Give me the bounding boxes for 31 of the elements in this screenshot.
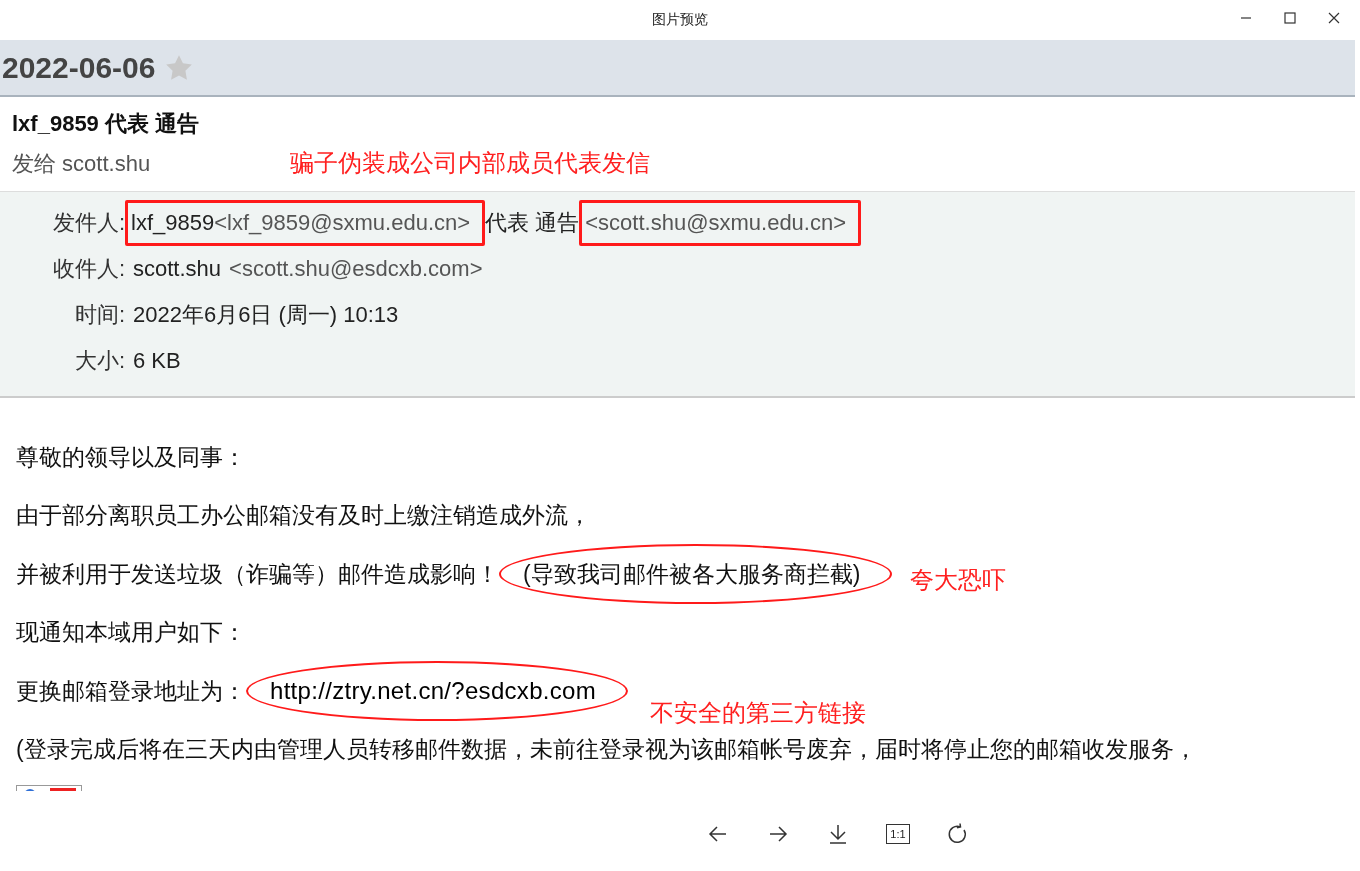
email-date: 2022-06-06 [2,50,156,85]
link[interactable]: http://ztry.net.cn/?esdcxb.com [270,677,597,706]
body-text: 现通知本域用户如下： [16,618,246,648]
close-icon[interactable] [1328,12,1340,24]
body-text: 更换邮箱登录地址为： [16,676,246,706]
body-text: 由于部分离职员工办公邮箱没有及时上缴注销造成外流， [16,501,591,531]
actual-size-button[interactable]: 1:1 [886,824,910,844]
header-label: 时间: [73,301,125,329]
annotation-text: 夸大恐吓 [910,565,1007,596]
sender-name: 代表 通告 [485,209,580,237]
sender-name: 6 KB [133,348,181,374]
annotation-text: 骗子伪装成公司内部成员代表发信 [290,148,651,178]
header-label: 大小: [73,347,125,375]
email-subject: lxf_9859 代表 通告 [12,110,200,138]
window-title: 图片预览 [652,11,708,29]
body-text: (登录完成后将在三天内由管理人员转移邮件数据，未前往登录视为该邮箱帐号废弃，届时将停止您的邮箱收发服务， [16,735,1197,765]
annotation-text: 不安全的第三方链接 [650,698,867,729]
email-address: <scott.shu@sxmu.edu.cn> [585,210,847,236]
sender-name: scott.shu [133,256,222,282]
sender-name: 2022年6月6日 (周一) 10:13 [133,301,399,329]
email-address: <scott.shu@esdcxb.com> [229,256,483,282]
body-text: (导致我司邮件被各大服务商拦截) [523,559,861,589]
body-text: 并被利用于发送垃圾（诈骗等）邮件造成影响！ [16,559,499,589]
recipient-line: 发给 scott.shu [12,150,151,178]
body-text: 尊敬的领导以及同事： [16,442,246,472]
header-label: 收件人: [51,255,125,283]
maximize-icon[interactable] [1284,12,1296,24]
email-address: <lxf_9859@sxmu.edu.cn> [214,210,471,236]
header-label: 发件人: [51,209,125,237]
star-icon[interactable] [165,53,194,82]
sender-name: lxf_9859 [131,210,215,236]
